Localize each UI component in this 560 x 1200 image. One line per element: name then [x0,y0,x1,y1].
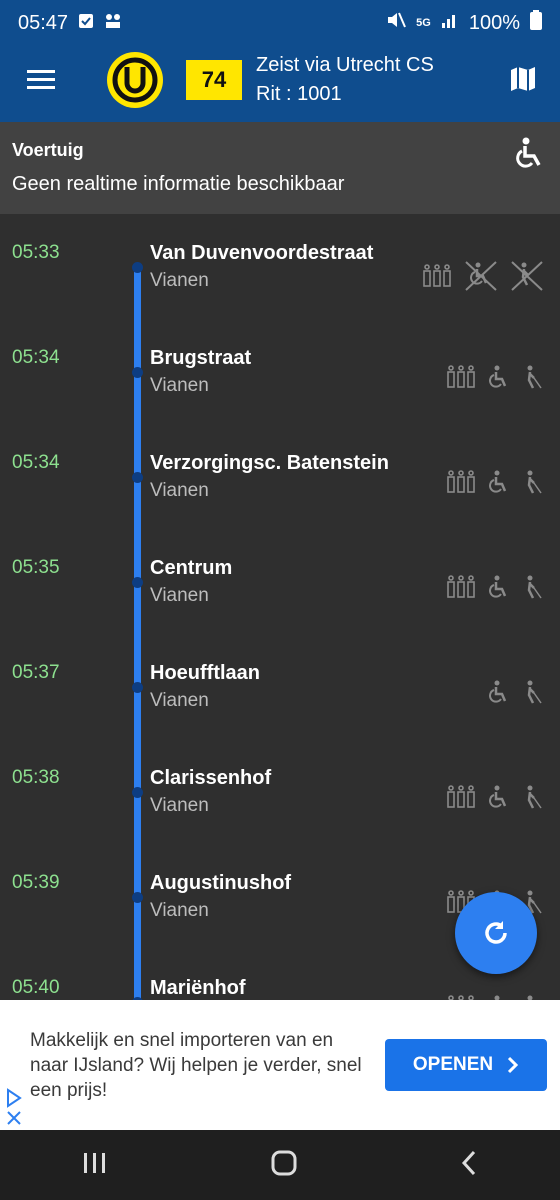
stop-row[interactable]: 05:35 Centrum Vianen [0,529,560,634]
trip-destination: Zeist via Utrecht CS [256,54,434,76]
stop-name: Clarissenhof [150,767,272,789]
stop-time: 05:39 [12,872,60,893]
line-number-badge: 74 [186,60,242,100]
stop-time: 05:34 [12,452,60,473]
ad-text: Makkelijk en snel importeren van en naar… [30,1030,362,1101]
stop-name: Van Duvenvoordestraat [150,242,374,264]
operator-logo [106,51,164,109]
status-time: 05:47 [18,11,69,34]
ad-open-label: OPENEN [412,1054,494,1075]
passengers-icon [446,785,476,809]
recents-icon [83,1152,105,1173]
stop-row[interactable]: 05:38 Clarissenhof Vianen [0,739,560,844]
back-button[interactable] [460,1150,478,1181]
ad-banner[interactable]: Makkelijk en snel importeren van en naar… [0,1000,560,1130]
stop-place: Vianen [150,690,209,711]
wheelchair-accessible-icon [512,136,546,175]
stop-place: Vianen [150,375,209,396]
stop-time: 05:34 [12,347,60,368]
stop-time: 05:33 [12,242,60,263]
network-type-label: 5G [416,17,431,29]
recents-button[interactable] [82,1151,108,1180]
stop-place: Vianen [150,795,209,816]
stop-dot [132,472,143,483]
hamburger-icon [27,70,55,89]
stop-name: Mariënhof [150,977,246,999]
stop-time: 05:35 [12,557,60,578]
stop-row[interactable]: 05:33 Van Duvenvoordestraat Vianen [0,214,560,319]
stop-accessibility-icons [446,785,544,809]
app-bar: 74 Zeist via Utrecht CS Rit : 1001 [0,38,560,122]
stop-name: Brugstraat [150,347,252,369]
wheelchair-icon [488,785,510,809]
blind-icon [522,785,544,809]
map-icon [511,67,535,91]
stop-place: Vianen [150,270,209,291]
wheelchair-icon [488,470,510,494]
home-button[interactable] [271,1150,297,1181]
stop-row[interactable]: 05:37 Hoeufftlaan Vianen [0,634,560,739]
menu-button[interactable] [0,38,82,122]
stop-accessibility-icons [446,365,544,389]
mute-icon [386,11,407,35]
stop-dot [132,367,143,378]
battery-icon [530,10,542,36]
signal-icon [441,11,459,35]
wheelchair-crossed-icon [464,260,498,292]
ad-open-button[interactable]: OPENEN [385,1039,547,1091]
stop-place: Vianen [150,585,209,606]
stops-timeline[interactable]: 05:33 Van Duvenvoordestraat Vianen 05:34 Bru… [0,214,560,1000]
stop-dot [132,682,143,693]
stop-row[interactable]: 05:34 Verzorgingsc. Batenstein Vianen [0,424,560,529]
stop-name: Verzorgingsc. Batenstein [150,452,389,474]
refresh-icon [485,921,507,944]
wheelchair-icon [488,680,510,704]
battery-level: 100% [468,11,520,34]
stop-time: 05:38 [12,767,60,788]
app-notification-icon [104,12,122,35]
stop-dot [132,262,143,273]
passengers-icon [446,365,476,389]
check-notification-icon [78,12,94,35]
system-nav-bar [0,1130,560,1200]
refresh-button[interactable] [455,892,537,974]
blind-icon [522,365,544,389]
stop-accessibility-icons [446,575,544,599]
trip-titles: Zeist via Utrecht CS Rit : 1001 [256,54,434,106]
back-icon [462,1150,476,1175]
stop-dot [132,892,143,903]
stop-row[interactable]: 05:34 Brugstraat Vianen [0,319,560,424]
status-left: 05:47 [18,12,122,35]
map-button[interactable] [506,62,540,96]
stop-place: Vianen [150,900,209,921]
vehicle-info: Geen realtime informatie beschikbaar [12,173,345,195]
adchoices-icon[interactable] [4,1088,24,1133]
trip-number: Rit : 1001 [256,83,342,105]
blind-crossed-icon [510,260,544,292]
stop-time: 05:37 [12,662,60,683]
blind-icon [522,575,544,599]
stop-accessibility-icons [488,680,544,704]
stop-name: Augustinushof [150,872,292,894]
stop-dot [132,787,143,798]
vehicle-title: Voertuig [12,140,84,160]
stop-dot [132,577,143,588]
chevron-right-icon [508,1056,519,1074]
passengers-icon [446,575,476,599]
stop-time: 05:40 [12,977,60,998]
stop-name: Centrum [150,557,233,579]
vehicle-panel: Voertuig Geen realtime informatie beschi… [0,122,560,214]
passengers-icon [422,264,452,288]
wheelchair-icon [488,365,510,389]
passengers-icon [446,470,476,494]
home-icon [271,1150,297,1175]
status-right: 5G 100% [386,10,542,36]
stop-name: Hoeufftlaan [150,662,260,684]
blind-icon [522,680,544,704]
stop-accessibility-icons [446,470,544,494]
stop-accessibility-icons [422,260,544,292]
stop-place: Vianen [150,480,209,501]
blind-icon [522,470,544,494]
wheelchair-icon [488,575,510,599]
